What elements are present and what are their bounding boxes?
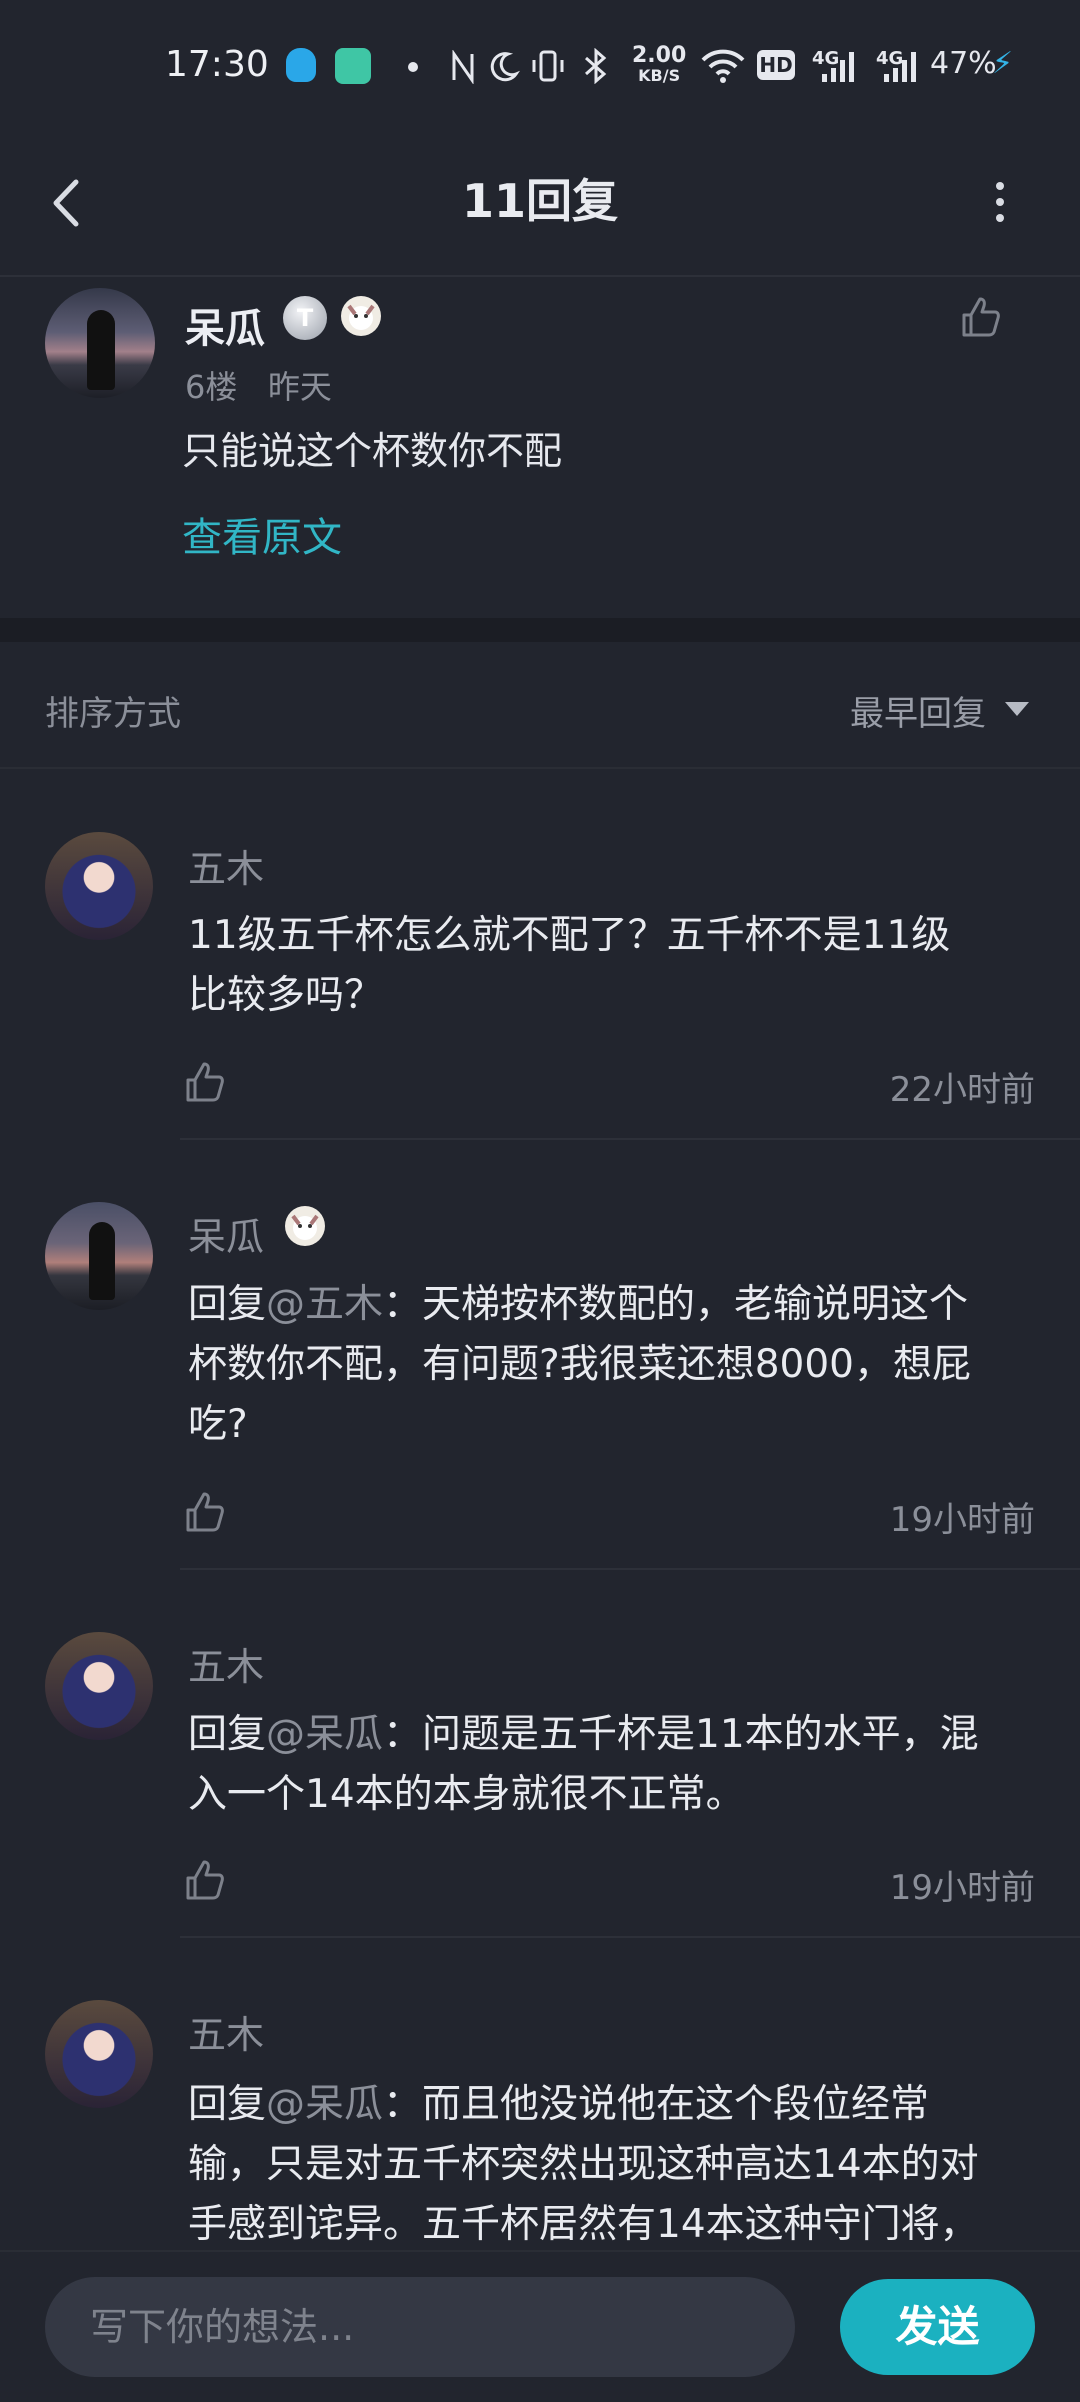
op-like-icon[interactable]	[958, 295, 1002, 339]
op-content: 只能说这个杯数你不配	[182, 429, 563, 473]
reply-content-line: 11级五千杯怎么就不配了？五千杯不是11级	[188, 913, 951, 958]
reply-content: 回复@呆瓜：问题是五千杯是11本的水平，混 入一个14本的本身就很不正常。	[188, 1705, 1058, 1825]
reply-avatar[interactable]	[45, 2000, 153, 2108]
section-divider	[0, 618, 1080, 642]
op-time: 昨天	[267, 368, 332, 406]
reply-prefix: 回复	[188, 1712, 267, 1757]
top-navigation-bar: 11回复	[0, 130, 1080, 277]
network-speed: 2.00 KB/S	[632, 43, 687, 86]
reply-content: 回复@五木：天梯按杯数配的，老输说明这个 杯数你不配，有问题?我很菜还想8000…	[188, 1275, 1058, 1455]
reply-content-line: ：问题是五千杯是11本的水平，混	[383, 1712, 979, 1757]
op-floor: 6楼	[185, 368, 238, 406]
vibrate-icon	[532, 50, 564, 82]
sort-label: 排序方式	[45, 694, 181, 734]
reply-content-line: ：天梯按杯数配的，老输说明这个	[383, 1282, 969, 1327]
bluetooth-icon	[585, 48, 607, 84]
sort-dropdown[interactable]: 最早回复	[850, 686, 986, 735]
reply-time: 19小时前	[889, 1500, 1035, 1540]
network-speed-unit: KB/S	[638, 66, 681, 85]
reply-content-line: 手感到诧异。五千杯居然有14本这种守门将，	[188, 2202, 979, 2247]
reply-like-icon[interactable]	[182, 1490, 226, 1534]
mention-link[interactable]: @五木	[266, 1282, 383, 1327]
reply-composer-bar: 写下你的想法... 发送	[0, 2250, 1080, 2402]
page-title: 11回复	[461, 174, 618, 228]
reply-author-name[interactable]: 五木	[188, 838, 264, 893]
reply-like-icon[interactable]	[182, 1858, 226, 1902]
reply-avatar[interactable]	[45, 832, 153, 940]
qq-icon	[286, 48, 316, 82]
view-original-link[interactable]: 查看原文	[182, 505, 342, 563]
reply-avatar[interactable]	[45, 1632, 153, 1740]
reply-content: 11级五千杯怎么就不配了？五千杯不是11级 比较多吗？	[188, 906, 1058, 1026]
op-meta: 6楼 昨天	[185, 362, 332, 408]
reply-content-line: 入一个14本的本身就很不正常。	[188, 1772, 745, 1817]
status-time: 17:30	[165, 44, 269, 85]
reply-time: 19小时前	[889, 1868, 1035, 1908]
op-author-name[interactable]: 呆瓜	[185, 296, 265, 354]
divider	[180, 1138, 1080, 1140]
reply-content-line: 比较多吗？	[188, 973, 384, 1018]
reply-content-line: 杯数你不配，有问题?我很菜还想8000，想屁	[188, 1342, 971, 1387]
reply-content-line: 吃?	[188, 1402, 248, 1447]
divider	[0, 767, 1080, 769]
divider	[180, 1936, 1080, 1938]
battery-percent: 47%	[930, 46, 997, 81]
mention-link[interactable]: @呆瓜	[266, 1712, 383, 1757]
reply-avatar[interactable]	[45, 1202, 153, 1310]
status-bar: 17:30 2.00 KB/S HD 4G 4G 47% ⚡	[0, 0, 1080, 130]
reply-content: 回复@呆瓜：而且他没说他在这个段位经常 输，只是对五千杯突然出现这种高达14本的…	[188, 2075, 1058, 2255]
reply-author-name[interactable]: 五木	[188, 1636, 264, 1691]
send-button[interactable]: 发送	[840, 2279, 1035, 2375]
mention-link[interactable]: @呆瓜	[266, 2082, 383, 2127]
app-notification-icon	[335, 48, 371, 84]
dog-badge-icon	[285, 1206, 325, 1246]
reply-author-name[interactable]: 五木	[188, 2004, 264, 2059]
moon-icon	[490, 52, 520, 82]
signal-icon-1	[822, 52, 854, 82]
op-avatar[interactable]	[45, 288, 155, 398]
hd-voice-icon: HD	[757, 50, 795, 80]
reply-input[interactable]: 写下你的想法...	[45, 2277, 795, 2377]
reply-content-line: 输，只是对五千杯突然出现这种高达14本的对	[188, 2142, 979, 2187]
reply-time: 22小时前	[889, 1070, 1035, 1110]
more-options-icon[interactable]	[975, 172, 1025, 232]
signal-icon-2	[884, 52, 916, 82]
nfc-icon	[452, 50, 474, 84]
reply-content-line: ：而且他没说他在这个段位经常	[383, 2082, 930, 2127]
charging-bolt-icon: ⚡	[992, 46, 1014, 81]
reply-prefix: 回复	[188, 2082, 267, 2127]
level-badge-icon: T	[283, 296, 327, 340]
network-speed-value: 2.00	[632, 43, 687, 68]
reply-prefix: 回复	[188, 1282, 267, 1327]
caret-down-icon[interactable]	[1005, 702, 1029, 716]
divider	[180, 1568, 1080, 1570]
wifi-icon	[701, 49, 745, 83]
reply-author-name[interactable]: 呆瓜	[188, 1206, 264, 1261]
notification-dot-icon	[408, 62, 418, 72]
reply-like-icon[interactable]	[182, 1060, 226, 1104]
dog-badge-icon	[341, 296, 381, 336]
